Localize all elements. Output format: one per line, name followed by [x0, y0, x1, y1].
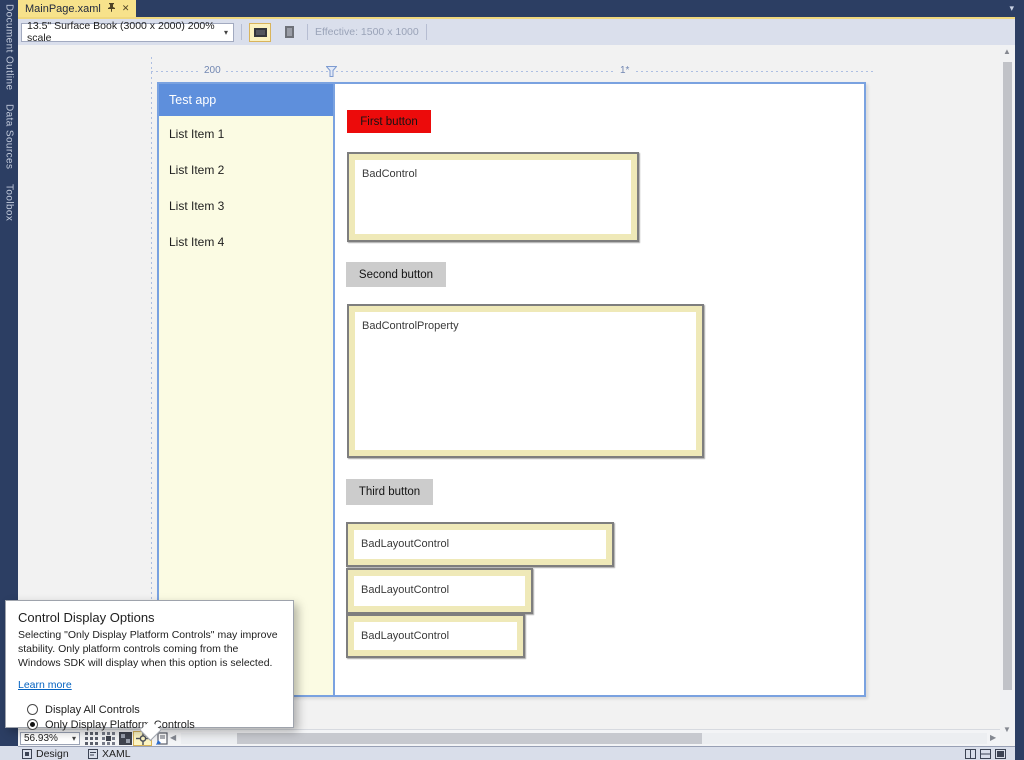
toolbar-separator [307, 24, 308, 40]
snap-to-grid-icon[interactable] [100, 731, 116, 746]
tab-design-view[interactable]: Design [22, 748, 69, 760]
document-tab-strip: MainPage.xaml ✕ ▾ [0, 0, 1024, 17]
vertical-split-icon[interactable] [995, 749, 1006, 759]
vs-xaml-designer-window: MainPage.xaml ✕ ▾ 13.5" Surface Book (30… [0, 0, 1024, 760]
bad-layout-control[interactable]: BadLayoutControl [346, 522, 614, 567]
scroll-left-icon[interactable]: ◀ [170, 733, 176, 742]
grid-splitter-handle[interactable] [326, 64, 337, 82]
chevron-down-icon: ▾ [224, 28, 228, 37]
tab-xaml-label: XAML [102, 748, 131, 760]
toggle-artboard-background-icon[interactable] [117, 731, 133, 746]
scroll-down-icon[interactable]: ▼ [1003, 725, 1011, 734]
horizontal-scrollbar-thumb[interactable] [237, 733, 702, 744]
bad-layout-control[interactable]: BadLayoutControl [346, 568, 533, 614]
sidebar-item-data-sources[interactable]: Data Sources [4, 104, 15, 169]
toolbar-separator [241, 24, 242, 40]
tab-list-chevron-icon[interactable]: ▾ [1009, 3, 1014, 14]
vertical-scrollbar[interactable]: ▲ ▼ [1000, 45, 1015, 744]
horizontal-split-icon[interactable] [980, 749, 991, 759]
pin-icon[interactable] [107, 2, 116, 15]
popup-title: Control Display Options [18, 610, 281, 625]
chevron-down-icon: ▾ [72, 734, 76, 743]
active-document-accent-line [18, 17, 1015, 19]
sidebar-item-toolbox[interactable]: Toolbox [4, 184, 15, 221]
second-button[interactable]: Second button [346, 262, 446, 287]
column-width-label: 1* [616, 65, 633, 76]
list-item[interactable]: List Item 2 [159, 152, 333, 188]
designer-toolbar: 13.5" Surface Book (3000 x 2000) 200% sc… [18, 19, 1015, 45]
bad-layout-control[interactable]: BadLayoutControl [346, 614, 525, 658]
learn-more-link[interactable]: Learn more [18, 679, 72, 691]
show-snap-grid-icon[interactable] [83, 731, 99, 746]
app-title-header[interactable]: Test app [159, 84, 333, 116]
bad-layout-control-label: BadLayoutControl [354, 622, 517, 650]
statusbar-corner [0, 746, 18, 760]
tab-xaml-view[interactable]: XAML [88, 748, 131, 760]
design-view-icon [22, 749, 32, 759]
radio-label: Only Display Platform Controls [45, 719, 195, 731]
list-item[interactable]: List Item 4 [159, 224, 333, 260]
swap-panes-icon[interactable] [965, 749, 976, 759]
control-display-options-popup: Control Display Options Selecting "Only … [5, 600, 294, 728]
list-item[interactable]: List Item 3 [159, 188, 333, 224]
column-width-label: 200 [200, 65, 225, 76]
device-selector-dropdown[interactable]: 13.5" Surface Book (3000 x 2000) 200% sc… [21, 23, 234, 42]
tab-mainpage-xaml[interactable]: MainPage.xaml ✕ [18, 0, 136, 17]
landscape-orientation-button[interactable] [249, 23, 271, 42]
radio-display-all-controls[interactable]: Display All Controls [27, 704, 281, 716]
tab-design-label: Design [36, 748, 69, 760]
radio-label: Display All Controls [45, 704, 140, 716]
close-icon[interactable]: ✕ [122, 3, 130, 14]
effective-resolution-label: Effective: 1500 x 1000 [315, 26, 419, 38]
radio-icon[interactable] [27, 704, 38, 715]
device-selector-value: 13.5" Surface Book (3000 x 2000) 200% sc… [27, 20, 224, 44]
xaml-view-icon [88, 749, 98, 759]
bad-layout-control-label: BadLayoutControl [354, 530, 606, 559]
tab-title: MainPage.xaml [25, 3, 101, 15]
landscape-icon [254, 28, 267, 37]
list-item[interactable]: List Item 1 [159, 116, 333, 152]
bad-layout-control-label: BadLayoutControl [354, 576, 525, 606]
window-border [1015, 0, 1024, 760]
popup-body-text: Selecting "Only Display Platform Control… [18, 629, 281, 671]
bad-control-label: BadControl [355, 160, 631, 234]
radio-selected-icon[interactable] [27, 719, 38, 730]
portrait-icon [285, 26, 294, 38]
portrait-orientation-button[interactable] [278, 23, 300, 42]
sidebar-item-document-outline[interactable]: Document Outline [4, 4, 15, 90]
bad-control-property[interactable]: BadControlProperty [347, 304, 704, 458]
bad-control-property-label: BadControlProperty [355, 312, 696, 450]
toolbar-separator [426, 24, 427, 40]
scroll-up-icon[interactable]: ▲ [1003, 47, 1011, 56]
grid-column-rail [151, 71, 873, 72]
zoom-level-value: 56.93% [24, 733, 58, 744]
first-button[interactable]: First button [347, 110, 431, 133]
split-view-buttons [965, 749, 1006, 759]
third-button[interactable]: Third button [346, 479, 433, 505]
bad-control[interactable]: BadControl [347, 152, 639, 242]
editor-view-bar: Design XAML [0, 746, 1016, 760]
horizontal-scrollbar[interactable] [181, 733, 987, 744]
vertical-scrollbar-thumb[interactable] [1003, 62, 1012, 690]
designer-status-row: 56.93% ▾ ◀ ▶ [18, 729, 1000, 746]
zoom-level-dropdown[interactable]: 56.93% ▾ [20, 732, 80, 745]
scroll-right-icon[interactable]: ▶ [990, 733, 996, 742]
